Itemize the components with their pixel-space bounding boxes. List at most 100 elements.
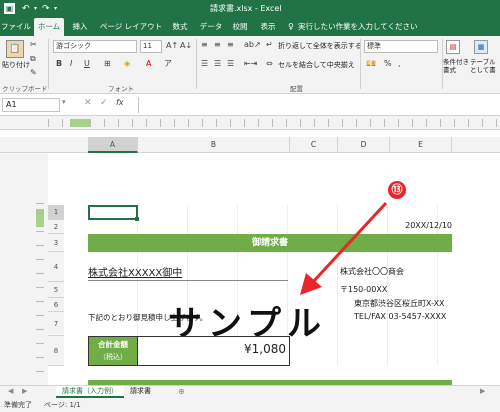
font-name-select[interactable]: 游ゴシック: [53, 40, 137, 53]
number-format-select[interactable]: 標準: [364, 40, 438, 53]
align-bottom-icon[interactable]: ≡: [227, 39, 234, 51]
font-color-icon[interactable]: A: [146, 58, 151, 70]
orientation-icon[interactable]: ab↗: [244, 39, 261, 51]
vertical-ruler: [0, 153, 48, 385]
tab-file[interactable]: ファイル: [0, 18, 32, 36]
row-header-8[interactable]: 8: [48, 336, 64, 366]
client-name[interactable]: 株式会社XXXXX御中: [88, 264, 288, 279]
cancel-icon[interactable]: ✕: [84, 98, 92, 108]
align-top-icon[interactable]: ≡: [201, 39, 208, 51]
total-label[interactable]: 合計金額: [88, 339, 138, 350]
conditional-format-icon[interactable]: ▤: [446, 40, 460, 54]
conditional-format-button[interactable]: 条件付き書式: [443, 58, 469, 74]
wrap-text-button[interactable]: 折り返して全体を表示する: [278, 41, 362, 51]
row-header-4[interactable]: 4: [48, 252, 64, 282]
percent-icon[interactable]: %: [384, 58, 392, 70]
paste-icon[interactable]: 📋: [6, 40, 24, 58]
column-header-c[interactable]: C: [290, 137, 338, 153]
row-header-5[interactable]: 5: [48, 282, 64, 298]
selected-cell-a1[interactable]: [88, 205, 138, 220]
formula-input[interactable]: [138, 97, 498, 113]
indent-icon[interactable]: ⇤⇥: [244, 58, 257, 70]
row-header-7[interactable]: 7: [48, 312, 64, 336]
row-header-6[interactable]: 6: [48, 298, 64, 312]
ribbon-separator: [196, 39, 197, 89]
status-page: ページ: 1/1: [44, 401, 81, 409]
paste-button[interactable]: 貼り付け: [2, 60, 30, 70]
fill-handle[interactable]: [135, 217, 139, 221]
alignment-group-label: 配置: [290, 85, 303, 93]
total-value[interactable]: ¥1,080: [160, 342, 286, 356]
window-title: 請求書.xlsx - Excel: [210, 4, 282, 13]
cut-icon[interactable]: ✂: [30, 39, 37, 51]
tab-home[interactable]: ホーム: [34, 18, 64, 36]
total-label-sub: （税込）: [99, 353, 127, 361]
insert-function-icon[interactable]: fx: [116, 98, 124, 107]
tab-data[interactable]: データ: [196, 18, 226, 36]
decrease-font-icon[interactable]: A↓: [180, 40, 192, 52]
phonetic-icon[interactable]: ア: [164, 58, 172, 70]
italic-icon[interactable]: I: [70, 58, 72, 70]
name-box[interactable]: A1: [2, 98, 60, 112]
sheet-tab-invoice[interactable]: 請求書: [126, 386, 155, 398]
column-headers: A B C D E: [0, 137, 500, 153]
align-center-icon[interactable]: ☰: [214, 58, 221, 70]
column-header-a[interactable]: A: [88, 137, 138, 153]
vertical-ruler-marker[interactable]: [36, 209, 44, 227]
align-right-icon[interactable]: ☰: [227, 58, 234, 70]
tab-review[interactable]: 校閲: [228, 18, 252, 36]
merge-center-button[interactable]: セルを結合して中央揃え: [278, 60, 355, 70]
scroll-right-icon[interactable]: ▶: [22, 387, 27, 395]
row-header-1[interactable]: 1: [48, 205, 64, 220]
bold-icon[interactable]: B: [56, 58, 62, 70]
column-header-e[interactable]: E: [390, 137, 452, 153]
align-middle-icon[interactable]: ≡: [214, 39, 221, 51]
table-format-button[interactable]: テーブルとして書式設定: [470, 58, 500, 74]
namebox-dropdown-icon[interactable]: ▾: [62, 98, 66, 106]
column-header-d[interactable]: D: [338, 137, 390, 153]
horizontal-scroll-icon[interactable]: ▶: [480, 387, 485, 395]
tab-view[interactable]: 表示: [256, 18, 280, 36]
table-format-icon[interactable]: ▦: [474, 40, 488, 54]
customize-qat-icon[interactable]: ▾: [54, 5, 57, 12]
ribbon-separator: [48, 39, 49, 89]
add-sheet-icon[interactable]: ⊕: [178, 386, 185, 398]
border-icon[interactable]: ⊞: [104, 58, 111, 70]
copy-icon[interactable]: ⧉: [30, 53, 36, 65]
ruler-margin-marker[interactable]: [70, 119, 90, 127]
tab-page-layout[interactable]: ページ レイアウト: [96, 18, 166, 36]
vertical-ruler-ticks: [36, 203, 44, 379]
tab-insert[interactable]: 挿入: [68, 18, 92, 36]
ribbon-separator: [360, 39, 361, 89]
save-icon[interactable]: ▣: [4, 3, 15, 14]
clipboard-group-label: クリップボード: [2, 85, 48, 93]
column-header-b[interactable]: B: [138, 137, 290, 153]
format-painter-icon[interactable]: ✎: [30, 67, 37, 79]
redo-icon[interactable]: ↷: [42, 2, 50, 16]
tell-me-input[interactable]: 実行したい作業を入力してください: [298, 18, 418, 36]
ribbon: 📋 貼り付け ✂ ⧉ ✎ クリップボード 游ゴシック 11 A↑ A↓ B I …: [0, 36, 500, 94]
wrap-text-icon[interactable]: ↵: [266, 39, 273, 51]
increase-font-icon[interactable]: A↑: [166, 40, 178, 52]
row-header-3[interactable]: 3: [48, 234, 64, 252]
ribbon-tabs: ファイル ホーム 挿入 ページ レイアウト 数式 データ 校閲 表示 ♀ 実行し…: [0, 18, 500, 36]
annotation-arrow: [300, 201, 388, 295]
formula-bar: A1 ▾ ✕ ✓ fx: [0, 94, 500, 116]
tab-formulas[interactable]: 数式: [168, 18, 192, 36]
fill-color-icon[interactable]: ◈: [124, 58, 130, 70]
merge-center-icon[interactable]: ⇔: [266, 58, 273, 70]
undo-icon[interactable]: ↶: [22, 2, 30, 16]
align-left-icon[interactable]: ☰: [201, 58, 208, 70]
scroll-left-icon[interactable]: ◀: [8, 387, 13, 395]
enter-icon[interactable]: ✓: [100, 98, 108, 108]
comma-icon[interactable]: ,: [398, 58, 401, 70]
currency-icon[interactable]: 💴: [366, 58, 376, 70]
font-size-select[interactable]: 11: [140, 40, 162, 53]
row-header-2[interactable]: 2: [48, 220, 64, 234]
undo-dropdown-icon[interactable]: ▾: [34, 5, 37, 12]
underline-icon[interactable]: U: [84, 58, 90, 70]
sheet-tab-bar: ◀ ▶ 請求書（入力例） 請求書 ⊕ ▶: [0, 385, 500, 398]
ruler-ticks: [48, 119, 500, 127]
company-telfax[interactable]: TEL/FAX 03-5457-XXXX: [354, 312, 454, 321]
sheet-tab-input-example[interactable]: 請求書（入力例）: [56, 386, 124, 398]
